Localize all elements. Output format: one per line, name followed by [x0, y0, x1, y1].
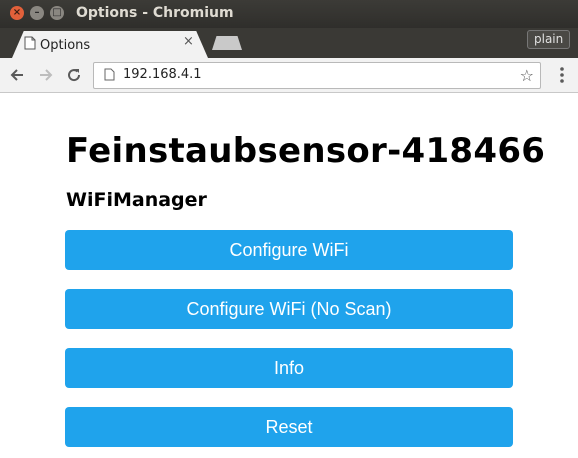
- configure-wifi-button[interactable]: Configure WiFi: [65, 230, 513, 270]
- page-content: Feinstaubsensor-418466 WiFiManager Confi…: [0, 93, 578, 458]
- tab-options[interactable]: Options: [12, 31, 208, 58]
- forward-arrow-icon[interactable]: [37, 66, 55, 84]
- new-tab-button[interactable]: [212, 36, 242, 50]
- title-bar: × – □ Options - Chromium: [0, 0, 578, 28]
- profile-badge[interactable]: plain: [527, 30, 571, 49]
- tab-close-icon[interactable]: ×: [183, 34, 194, 49]
- page-subtitle: WiFiManager: [66, 189, 207, 211]
- tab-title: Options: [40, 38, 91, 53]
- browser-toolbar: 192.168.4.1 ☆: [0, 58, 578, 93]
- window-close-button[interactable]: ×: [10, 6, 24, 20]
- url-text: 192.168.4.1: [123, 67, 202, 82]
- window-minimize-button[interactable]: –: [30, 6, 44, 20]
- page-icon: [24, 36, 36, 50]
- address-bar[interactable]: 192.168.4.1 ☆: [93, 62, 541, 89]
- back-arrow-icon[interactable]: [8, 66, 26, 84]
- bookmark-star-icon[interactable]: ☆: [520, 66, 534, 85]
- page-title: Feinstaubsensor-418466: [66, 131, 546, 171]
- configure-wifi-no-scan-button[interactable]: Configure WiFi (No Scan): [65, 289, 513, 329]
- reset-button[interactable]: Reset: [65, 407, 513, 447]
- browser-menu-icon[interactable]: [554, 66, 570, 84]
- window-title: Options - Chromium: [76, 5, 234, 21]
- tab-strip: Options: [0, 28, 578, 58]
- page-info-icon[interactable]: [104, 68, 115, 81]
- window-maximize-button[interactable]: □: [50, 6, 64, 20]
- info-button[interactable]: Info: [65, 348, 513, 388]
- reload-icon[interactable]: [65, 66, 83, 84]
